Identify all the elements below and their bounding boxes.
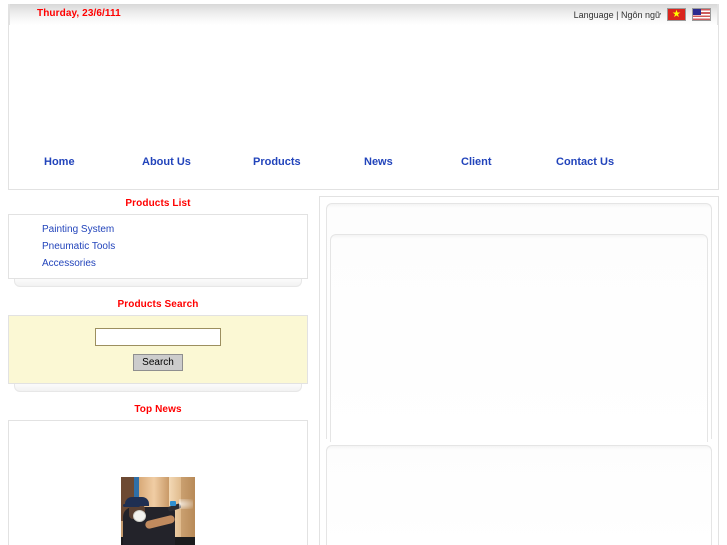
star-glyph: ★ (672, 8, 681, 20)
nav-item-about-us[interactable]: About Us (142, 156, 191, 168)
page-root: Thurday, 23/6/111 Language | Ngôn ngữ ★ … (0, 0, 727, 545)
content-panel-secondary (326, 445, 712, 545)
flag-canton (693, 9, 701, 15)
nav-item-home[interactable]: Home (44, 156, 75, 168)
language-switcher: Language | Ngôn ngữ ★ (574, 8, 711, 21)
nav-item-contact-us[interactable]: Contact Us (556, 156, 614, 168)
spray-painter-photo[interactable] (121, 476, 195, 545)
nav-item-client[interactable]: Client (461, 156, 492, 168)
usa-flag-icon[interactable] (692, 8, 711, 21)
language-label: Language | Ngôn ngữ (573, 9, 661, 20)
sidebar-item-pneumatic-tools[interactable]: Pneumatic Tools (9, 238, 307, 255)
nav-item-news[interactable]: News (364, 156, 393, 168)
content-panel-inner (330, 234, 708, 442)
nav-item-products[interactable]: Products (253, 156, 301, 168)
top-news-box: Mastering Lacquer Techniques Requires Ri… (8, 419, 308, 545)
main-content (319, 196, 719, 545)
vietnam-flag-icon[interactable]: ★ (667, 8, 686, 21)
products-list-box: Painting System Pneumatic Tools Accessor… (8, 214, 308, 279)
products-list-box-shadow (14, 279, 302, 287)
content-panel-primary (326, 203, 712, 442)
products-search-panel: Search (8, 315, 308, 384)
search-button[interactable]: Search (133, 353, 183, 371)
products-search-box-shadow (14, 383, 302, 392)
search-input[interactable] (95, 327, 221, 346)
main-navigation: Home About Us Products News Client Conta… (9, 143, 718, 189)
products-search-title: Products Search (117, 299, 199, 310)
current-date-label: Thurday, 23/6/111 (37, 8, 121, 19)
products-list-title: Products List (125, 198, 191, 209)
top-bar: Thurday, 23/6/111 Language | Ngôn ngữ ★ (9, 4, 718, 25)
sidebar: Products List Painting System Pneumatic … (8, 196, 308, 545)
sidebar-item-painting-system[interactable]: Painting System (9, 221, 307, 238)
news-item[interactable]: Mastering Lacquer Techniques Requires Ri… (9, 476, 307, 545)
top-news-title: Top News (134, 403, 182, 415)
site-banner (9, 25, 718, 143)
sidebar-item-accessories[interactable]: Accessories (9, 255, 307, 272)
